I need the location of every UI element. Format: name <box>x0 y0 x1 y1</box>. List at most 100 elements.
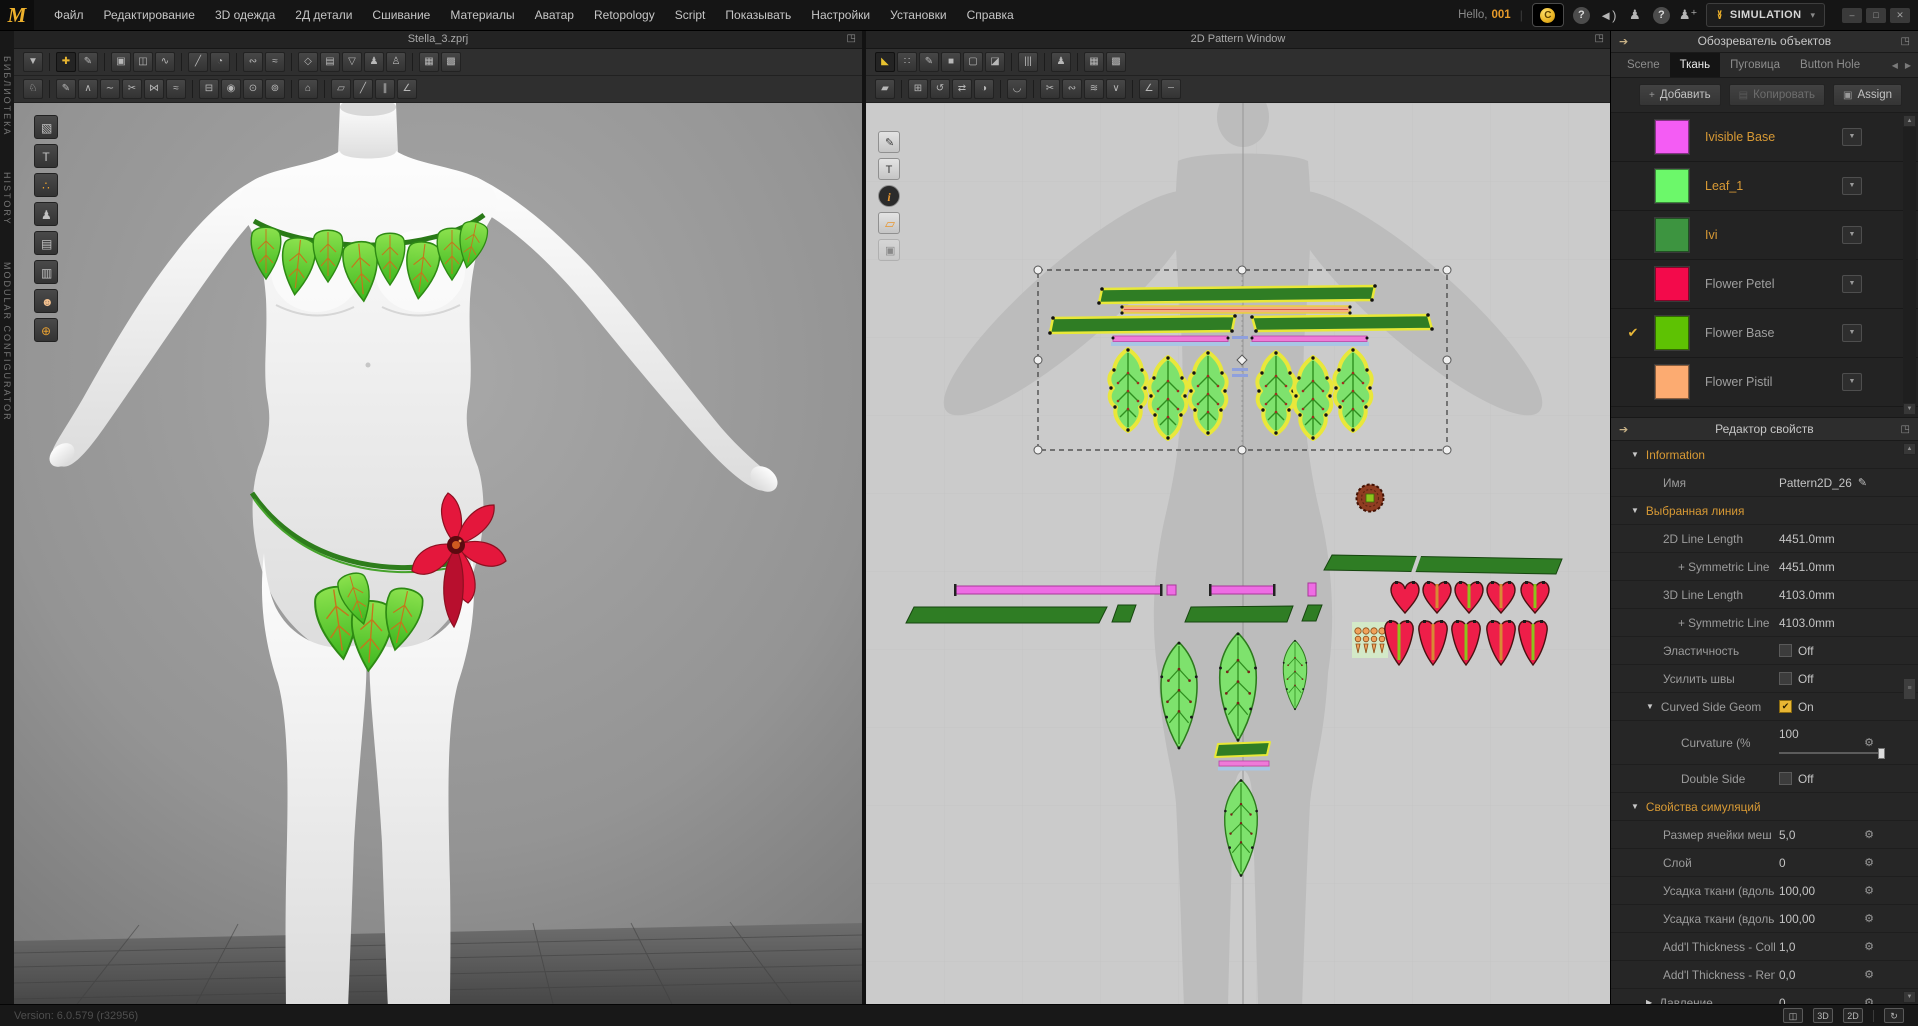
property-value[interactable]: Off <box>1798 672 1814 686</box>
sound-icon[interactable]: ◄) <box>1599 8 1617 23</box>
property-row[interactable]: Усадка ткани (вдоль 100,00 ⚙ <box>1611 877 1918 905</box>
tool-pin-curve[interactable]: ∿ <box>155 52 175 72</box>
tool-pleats[interactable]: ||| <box>1018 52 1038 72</box>
scroll-down-icon[interactable]: ▼ <box>1903 403 1916 415</box>
wrench-icon[interactable]: ⚙ <box>1864 856 1874 869</box>
help-icon[interactable]: ? <box>1572 6 1590 24</box>
view-2d-button[interactable]: 2D <box>1843 1008 1863 1023</box>
scroll-up-icon[interactable]: ▲ <box>1903 443 1916 455</box>
tool-point-on-sphere[interactable]: ◔ <box>210 52 230 72</box>
pattern-piece-elastic-left[interactable] <box>1111 335 1230 346</box>
property-row[interactable]: Double Side Off <box>1611 765 1918 793</box>
pattern-piece-band-left[interactable] <box>1048 314 1237 335</box>
menu-item[interactable]: Retopology <box>584 0 665 30</box>
property-value[interactable]: Off <box>1798 772 1814 786</box>
library-stage-icon[interactable]: ☻ <box>34 289 58 313</box>
tool-grid-snap[interactable]: ▦ <box>419 52 439 72</box>
minimize-button[interactable]: – <box>1842 7 1862 23</box>
tool-smooth[interactable]: ∼ <box>100 79 120 99</box>
checkbox-unchecked-icon[interactable] <box>1779 672 1792 685</box>
property-value[interactable]: 4103.0mm <box>1779 616 1835 630</box>
property-row[interactable]: + Symmetric Line 4451.0mm <box>1611 553 1918 581</box>
fabric-row[interactable]: ✔ Ivi ▼ <box>1611 211 1918 260</box>
tool-grid-2d[interactable]: ▦ <box>1084 52 1104 72</box>
fabric-save-icon[interactable]: ▼ <box>1842 128 1862 146</box>
fabric-save-icon[interactable]: ▼ <box>1842 226 1862 244</box>
property-row[interactable]: Add'l Thickness - Ren 0,0 ⚙ <box>1611 961 1918 989</box>
scroll-down-icon[interactable]: ▼ <box>1903 991 1916 1003</box>
tool-show-avatar-2d[interactable]: ♟ <box>1051 52 1071 72</box>
tool-pin-segment[interactable]: ◫ <box>133 52 153 72</box>
property-row[interactable]: 2D Line Length 4451.0mm <box>1611 525 1918 553</box>
tool-flatten[interactable]: ▱ <box>331 79 351 99</box>
tool-clone-layer[interactable]: ▤ <box>320 52 340 72</box>
chevron-down-icon[interactable]: ▼ <box>1646 702 1654 711</box>
tool-move-pattern[interactable]: ⊞ <box>908 79 928 99</box>
2d-pattern-canvas[interactable] <box>866 103 1610 1005</box>
tool-iron[interactable]: ◡ <box>1007 79 1027 99</box>
tool-needle[interactable]: ╱ <box>188 52 208 72</box>
library-box-icon[interactable]: ▧ <box>34 115 58 139</box>
invite-friend-icon[interactable]: ♟⁺ <box>1679 7 1698 23</box>
help-icon[interactable]: ? <box>1652 6 1670 24</box>
wrench-icon[interactable]: ⚙ <box>1864 940 1874 953</box>
menu-item[interactable]: Аватар <box>525 0 584 30</box>
menu-item[interactable]: Редактирование <box>94 0 205 30</box>
tool-fold-arrangement[interactable]: ◇ <box>298 52 318 72</box>
property-row[interactable]: Эластичность Off <box>1611 637 1918 665</box>
chevron-down-icon[interactable]: ▼ <box>1631 802 1639 811</box>
property-value[interactable]: On <box>1798 700 1814 714</box>
property-value[interactable]: 100,00 <box>1779 912 1815 926</box>
property-row[interactable]: Размер ячейки меш 5,0 ⚙ <box>1611 821 1918 849</box>
tool-edit-sewing-3d[interactable]: ✂ <box>122 79 142 99</box>
property-value[interactable]: Pattern2D_26 <box>1779 476 1852 490</box>
add-fabric-button[interactable]: + Добавить <box>1638 84 1721 106</box>
collapse-arrow-icon[interactable]: ➔ <box>1619 423 1628 436</box>
tool-sew-multi-2d[interactable]: ≋ <box>1084 79 1104 99</box>
property-row[interactable]: ▶ Давление 0 ⚙ <box>1611 989 1918 1006</box>
fabric-row[interactable]: ✔ Flower Pistil ▼ <box>1611 358 1918 407</box>
fabric-row[interactable]: ✔ Ivisible Base ▼ <box>1611 113 1918 162</box>
fabric-color-swatch[interactable] <box>1655 169 1689 203</box>
fabric-row[interactable]: ✔ Leaf_1 ▼ <box>1611 162 1918 211</box>
property-row[interactable]: + Symmetric Line 4103.0mm <box>1611 609 1918 637</box>
tool-assign-fabric[interactable]: ◑ <box>974 79 994 99</box>
tool-seam-allowance[interactable]: ∠ <box>1139 79 1159 99</box>
wrench-icon[interactable]: ⚙ <box>1864 884 1874 897</box>
wrench-icon[interactable]: ⚙ <box>1864 912 1874 925</box>
property-row[interactable]: ▼ Curved Side Geom ✔ On <box>1611 693 1918 721</box>
fabric-color-swatch[interactable] <box>1655 267 1689 301</box>
property-row[interactable]: 3D Line Length 4103.0mm <box>1611 581 1918 609</box>
tool-fasten[interactable]: ⊚ <box>265 79 285 99</box>
wrench-icon[interactable]: ⚙ <box>1864 828 1874 841</box>
tool-tack-free[interactable]: ∾ <box>243 52 263 72</box>
2d-pattern-viewport[interactable]: ✎ T i ▱ ▣ <box>866 103 1610 1005</box>
tool-stage[interactable]: ⌂ <box>298 79 318 99</box>
menu-item[interactable]: Справка <box>957 0 1024 30</box>
menu-item[interactable]: Показывать <box>715 0 801 30</box>
tool-show-avatar[interactable]: ♟ <box>364 52 384 72</box>
fabric-row[interactable]: ✔ Flower Base ▼ <box>1611 309 1918 358</box>
lock-pattern-icon[interactable]: ▣ <box>878 239 900 261</box>
show-sewing-icon[interactable]: ✎ <box>878 131 900 153</box>
tool-sculpt[interactable]: ✎ <box>56 79 76 99</box>
3d-scene-canvas[interactable] <box>14 103 862 1005</box>
scroll-up-icon[interactable]: ▲ <box>1903 115 1916 127</box>
copy-fabric-button[interactable]: ▤ Копировать <box>1728 84 1826 106</box>
popout-icon[interactable]: ◳ <box>847 30 856 48</box>
menu-item[interactable]: Сшивание <box>362 0 440 30</box>
menu-item[interactable]: 2Д детали <box>285 0 362 30</box>
simulation-mode-button[interactable]: ∨ ∨ SIMULATION ▾ <box>1706 3 1825 27</box>
tool-notch[interactable]: ∨ <box>1106 79 1126 99</box>
property-row[interactable]: Curvature (% 100 ⚙ <box>1611 721 1918 765</box>
tool-sew-free-3d[interactable]: ⋈ <box>144 79 164 99</box>
dock-tab[interactable]: MODULAR CONFIGURATOR <box>2 262 12 422</box>
sync-button[interactable]: ↻ <box>1884 1008 1904 1023</box>
tool-zipper[interactable]: ⊟ <box>199 79 219 99</box>
property-value[interactable]: 0,0 <box>1779 968 1795 982</box>
property-value[interactable]: 0 <box>1779 856 1786 870</box>
menu-item[interactable]: 3D одежда <box>205 0 285 30</box>
tool-edit-curve[interactable]: ✎ <box>919 52 939 72</box>
library-online-icon[interactable]: ⊕ <box>34 318 58 342</box>
fabric-save-icon[interactable]: ▼ <box>1842 275 1862 293</box>
